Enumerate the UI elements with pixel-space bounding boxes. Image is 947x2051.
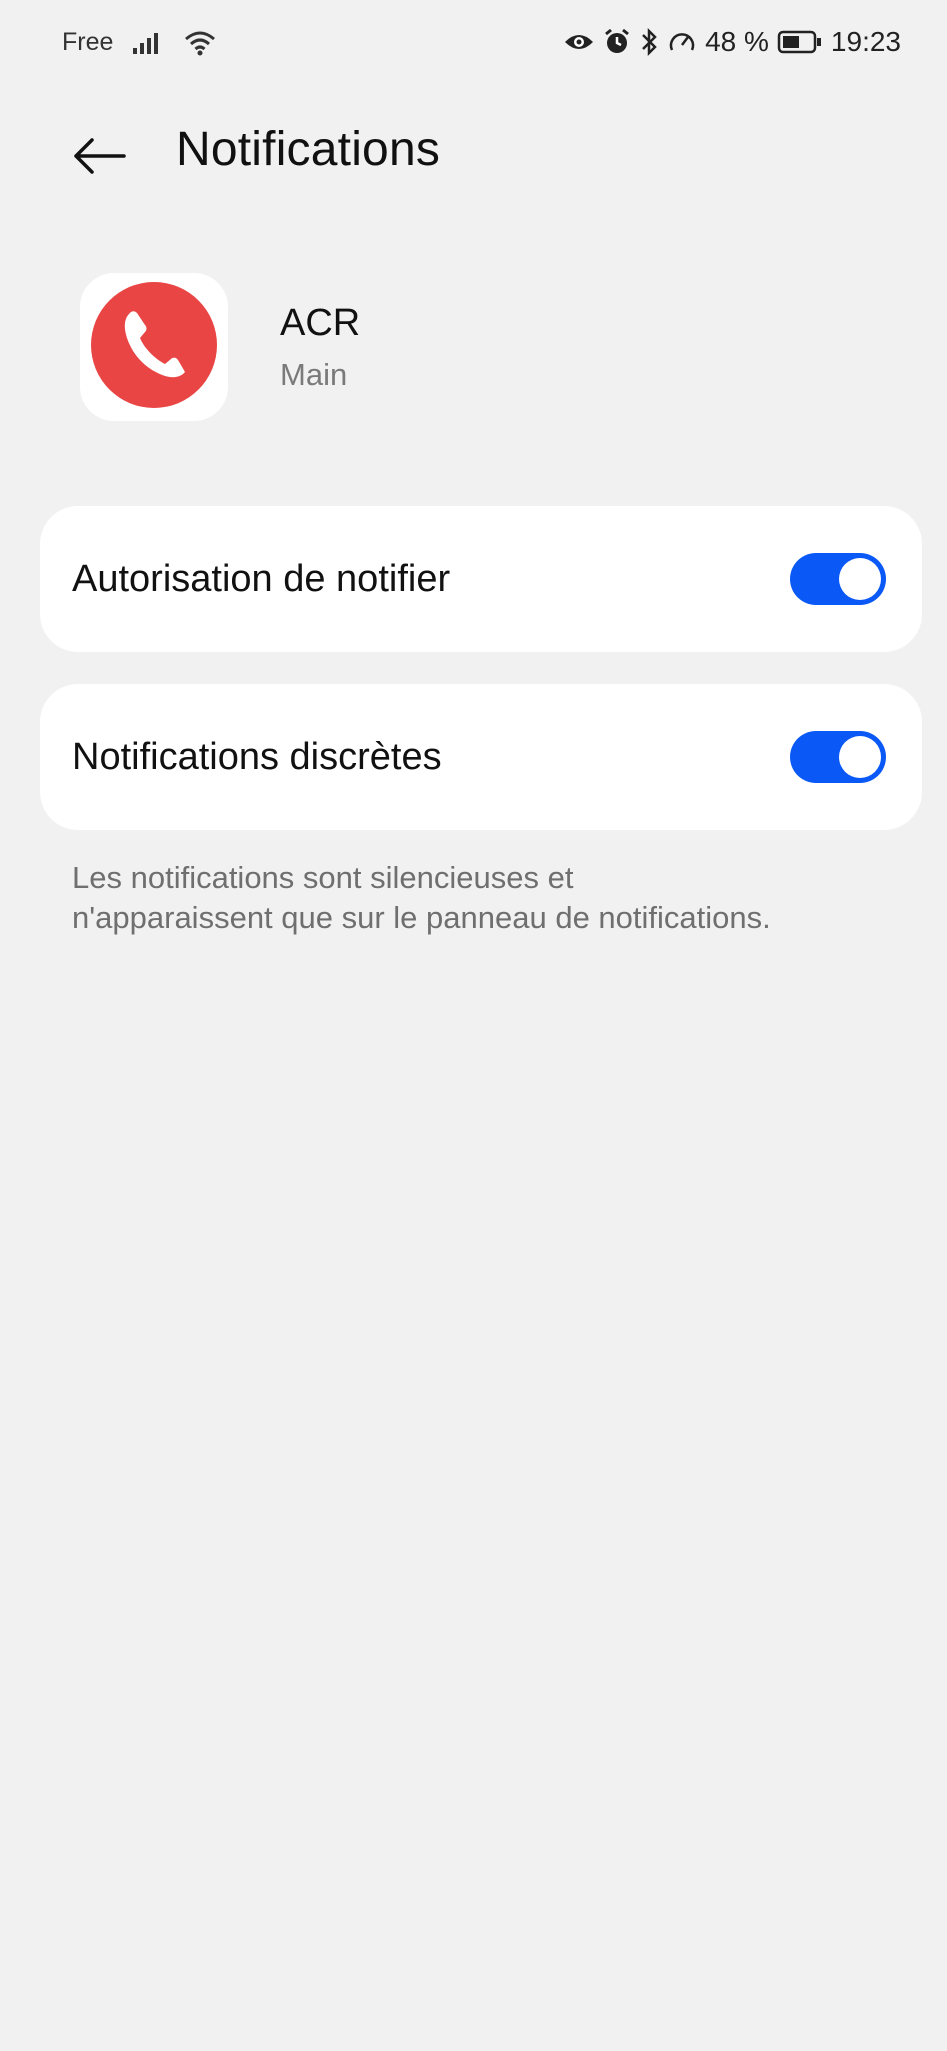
setting-label-allow-notifications: Autorisation de notifier <box>72 557 451 600</box>
status-time: 19:23 <box>830 26 901 57</box>
status-right: 48 % 19:23 <box>563 26 901 58</box>
app-text: ACR Main <box>280 302 360 393</box>
signal-icon <box>131 30 165 56</box>
back-button[interactable] <box>70 128 130 188</box>
allow-notifications-toggle[interactable] <box>790 553 886 605</box>
battery-icon <box>777 29 823 55</box>
back-arrow-icon <box>72 136 128 181</box>
alarm-icon <box>603 28 631 56</box>
status-left: Free <box>62 28 217 57</box>
app-info: ACR Main <box>80 272 360 422</box>
bluetooth-icon <box>639 27 659 57</box>
app-icon <box>80 273 228 421</box>
header: Notifications <box>0 110 947 200</box>
status-bar: Free 48 % 19:23 <box>0 0 947 90</box>
toggle-knob <box>839 736 881 778</box>
wifi-icon <box>183 29 217 57</box>
speed-icon <box>667 28 697 56</box>
app-name: ACR <box>280 301 361 344</box>
discreet-notifications-toggle[interactable] <box>790 731 886 783</box>
phone-call-icon <box>89 280 219 415</box>
page-title: Notifications <box>176 123 441 176</box>
eye-icon <box>563 31 595 53</box>
app-subtitle: Main <box>280 356 348 392</box>
toggle-knob <box>839 558 881 600</box>
discreet-notifications-hint: Les notifications sont silencieuses et n… <box>72 860 771 935</box>
setting-card-discreet-notifications[interactable]: Notifications discrètes <box>40 684 922 830</box>
carrier-label: Free <box>62 28 114 56</box>
battery-percent: 48 % <box>705 26 769 57</box>
setting-label-discreet-notifications: Notifications discrètes <box>72 735 442 778</box>
setting-card-allow-notifications[interactable]: Autorisation de notifier <box>40 506 922 652</box>
